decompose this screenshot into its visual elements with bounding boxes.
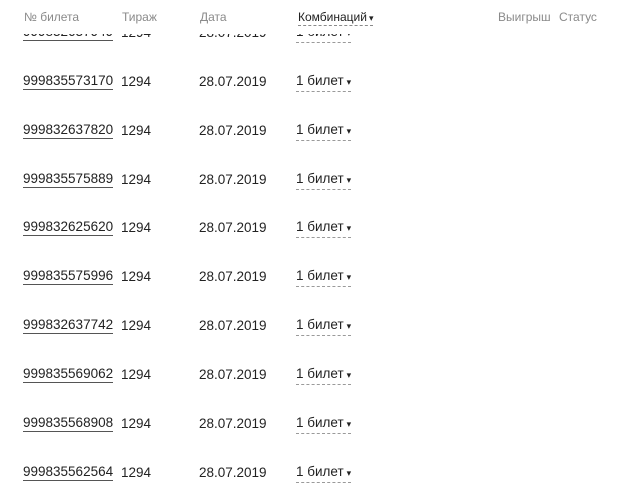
table-row: 999832637820 1294 28.07.2019 1 билет ▾ <box>0 121 640 141</box>
combinations-label: 1 билет <box>296 414 344 430</box>
draw-number: 1294 <box>121 415 152 431</box>
ticket-number-link[interactable]: 999835569062 <box>23 365 114 383</box>
draw-date: 28.07.2019 <box>199 269 267 285</box>
combinations-dropdown[interactable]: 1 билет▾ <box>296 121 352 141</box>
draw-number: 1294 <box>121 318 152 334</box>
draw-date: 28.07.2019 <box>199 318 267 334</box>
table-header: № билета Тираж Дата Комбинаций ▾ Выигрыш … <box>0 0 640 34</box>
combinations-label: 1 билет <box>296 463 344 479</box>
sort-caret-icon: ▾ <box>368 13 374 23</box>
dropdown-caret-icon: ▾ <box>346 467 352 478</box>
draw-number: 1294 <box>121 220 152 236</box>
column-header-winnings[interactable]: Выигрыш <box>498 10 551 24</box>
dropdown-caret-icon: ▾ <box>346 369 352 380</box>
ticket-number-link[interactable]: 999835575996 <box>23 267 114 286</box>
draw-date: 28.07.2019 <box>199 122 267 138</box>
draw-number: 1294 <box>121 366 152 382</box>
table-row: 999835573170 1294 28.07.2019 1 билет ▾ <box>0 72 640 92</box>
dropdown-caret-icon: ▾ <box>346 223 352 234</box>
draw-date: 28.07.2019 <box>199 464 267 480</box>
table-row: 999832625620 1294 28.07.2019 1 билет ▾ <box>0 218 640 239</box>
ticket-number-link[interactable]: 999835573170 <box>23 72 114 90</box>
ticket-number-link[interactable]: 999832637820 <box>23 121 114 139</box>
dropdown-caret-icon: ▾ <box>346 321 352 332</box>
dropdown-caret-icon: ▾ <box>346 125 352 136</box>
combinations-dropdown[interactable]: 1 билет▾ <box>296 414 352 434</box>
combinations-dropdown[interactable]: 1 билет▾ <box>296 365 352 385</box>
draw-date: 28.07.2019 <box>199 220 267 236</box>
draw-date: 28.07.2019 <box>199 73 267 89</box>
dropdown-caret-icon: ▾ <box>346 76 352 87</box>
combinations-label: 1 билет <box>296 121 344 137</box>
ticket-number-link[interactable]: 999832637742 <box>23 316 114 335</box>
draw-date: 28.07.2019 <box>199 171 267 187</box>
combinations-label: 1 билет <box>296 317 344 333</box>
dropdown-caret-icon: ▾ <box>346 174 352 185</box>
combinations-dropdown[interactable]: 1 билет▾ <box>296 72 352 92</box>
column-header-draw[interactable]: Тираж <box>122 10 157 24</box>
column-header-combinations[interactable]: Комбинаций ▾ <box>298 10 374 26</box>
draw-number: 1294 <box>121 464 152 480</box>
draw-number: 1294 <box>121 122 152 138</box>
ticket-number-link[interactable]: 999835562564 <box>23 463 114 481</box>
draw-number: 1294 <box>121 171 152 187</box>
draw-date: 28.07.2019 <box>199 415 267 431</box>
combinations-label: 1 билет <box>296 268 344 284</box>
column-header-status[interactable]: Статус <box>559 10 597 24</box>
ticket-table-body: 999832637949129428.07.20191 билет▾999835… <box>0 0 640 488</box>
combinations-dropdown[interactable]: 1 билет▾ <box>296 267 352 288</box>
table-row: 999835568908 1294 28.07.2019 1 билет ▾ <box>0 414 640 434</box>
draw-number: 1294 <box>121 73 152 89</box>
combinations-dropdown[interactable]: 1 билет▾ <box>296 170 352 190</box>
ticket-number-link[interactable]: 999832625620 <box>23 218 114 237</box>
table-row: 999835575889 1294 28.07.2019 1 билет ▾ <box>0 170 640 190</box>
dropdown-caret-icon: ▾ <box>346 272 352 283</box>
combinations-label: 1 билет <box>296 219 344 235</box>
combinations-dropdown[interactable]: 1 билет▾ <box>296 463 352 483</box>
combinations-dropdown[interactable]: 1 билет▾ <box>296 218 352 239</box>
ticket-number-link[interactable]: 999835568908 <box>23 414 114 432</box>
table-row: 999835575996 1294 28.07.2019 1 билет ▾ <box>0 267 640 288</box>
combinations-label: 1 билет <box>296 72 344 88</box>
dropdown-caret-icon: ▾ <box>346 418 352 429</box>
draw-date: 28.07.2019 <box>199 366 267 382</box>
column-header-date[interactable]: Дата <box>200 10 227 24</box>
combinations-dropdown[interactable]: 1 билет▾ <box>296 316 352 337</box>
combinations-label: 1 билет <box>296 365 344 381</box>
column-header-ticket-number[interactable]: № билета <box>24 10 79 24</box>
ticket-number-link[interactable]: 999835575889 <box>23 170 114 188</box>
draw-number: 1294 <box>121 269 152 285</box>
table-row: 999832637742 1294 28.07.2019 1 билет ▾ <box>0 316 640 337</box>
table-row: 999835569062 1294 28.07.2019 1 билет ▾ <box>0 365 640 385</box>
column-header-combinations-label: Комбинаций <box>298 10 367 24</box>
combinations-label: 1 билет <box>296 170 344 186</box>
table-row: 999835562564 1294 28.07.2019 1 билет ▾ <box>0 463 640 483</box>
